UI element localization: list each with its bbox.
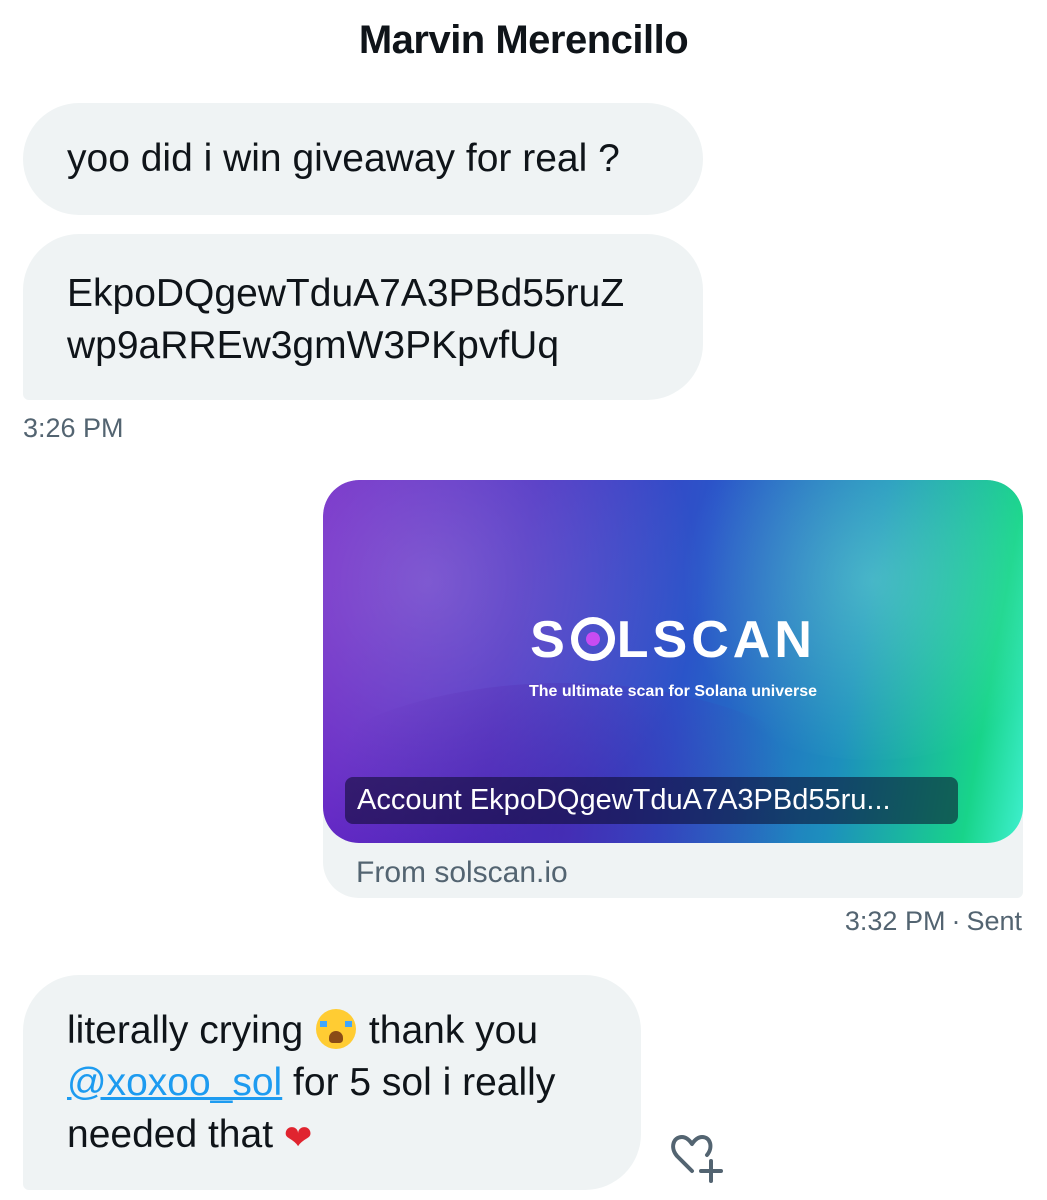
message-text-line: wp9aRREw3gmW3PKpvfUq <box>67 324 560 367</box>
dm-conversation: Marvin Merencillo yoo did i win giveaway… <box>0 0 1047 1200</box>
solscan-tagline: The ultimate scan for Solana universe <box>528 683 818 700</box>
message-text: yoo did i win giveaway for real ? <box>67 137 620 180</box>
link-preview-card[interactable]: S LSCAN The ultimate scan for Solana univ… <box>323 480 1023 898</box>
add-reaction-icon[interactable] <box>667 1131 725 1183</box>
received-message[interactable]: yoo did i win giveaway for real ? <box>23 103 703 215</box>
message-text-line: literally crying thank you <box>67 1009 539 1052</box>
message-timestamp: 3:32 PM <box>844 906 946 936</box>
solscan-o-icon <box>570 617 615 661</box>
link-source-domain: From solscan.io <box>356 856 568 889</box>
solscan-logo: S LSCAN <box>530 611 816 669</box>
received-message[interactable]: EkpoDQgewTduA7A3PBd55ruZ wp9aRREw3gmW3PK… <box>23 234 703 400</box>
message-text-line: EkpoDQgewTduA7A3PBd55ruZ <box>67 272 625 315</box>
red-heart-icon: ❤ <box>283 1118 313 1158</box>
user-mention-link[interactable]: @xoxoo_sol <box>67 1061 282 1104</box>
conversation-title[interactable]: Marvin Merencillo <box>0 18 1047 63</box>
message-text-line: @xoxoo_sol for 5 sol i really <box>67 1061 556 1104</box>
separator-dot: · <box>951 906 961 936</box>
received-message[interactable]: literally crying thank you @xoxoo_sol fo… <box>23 975 641 1190</box>
link-preview-title: Account EkpoDQgewTduA7A3PBd55ru... <box>345 777 958 824</box>
message-text-line: needed that ❤ <box>67 1109 597 1164</box>
message-timestamp: 3:26 PM <box>23 413 124 443</box>
crying-face-icon <box>316 1009 357 1049</box>
sent-label: Sent <box>966 906 1022 936</box>
sent-status: 3:32 PM · Sent <box>845 906 1022 937</box>
link-preview-image[interactable]: S LSCAN The ultimate scan for Solana univ… <box>323 480 1023 843</box>
